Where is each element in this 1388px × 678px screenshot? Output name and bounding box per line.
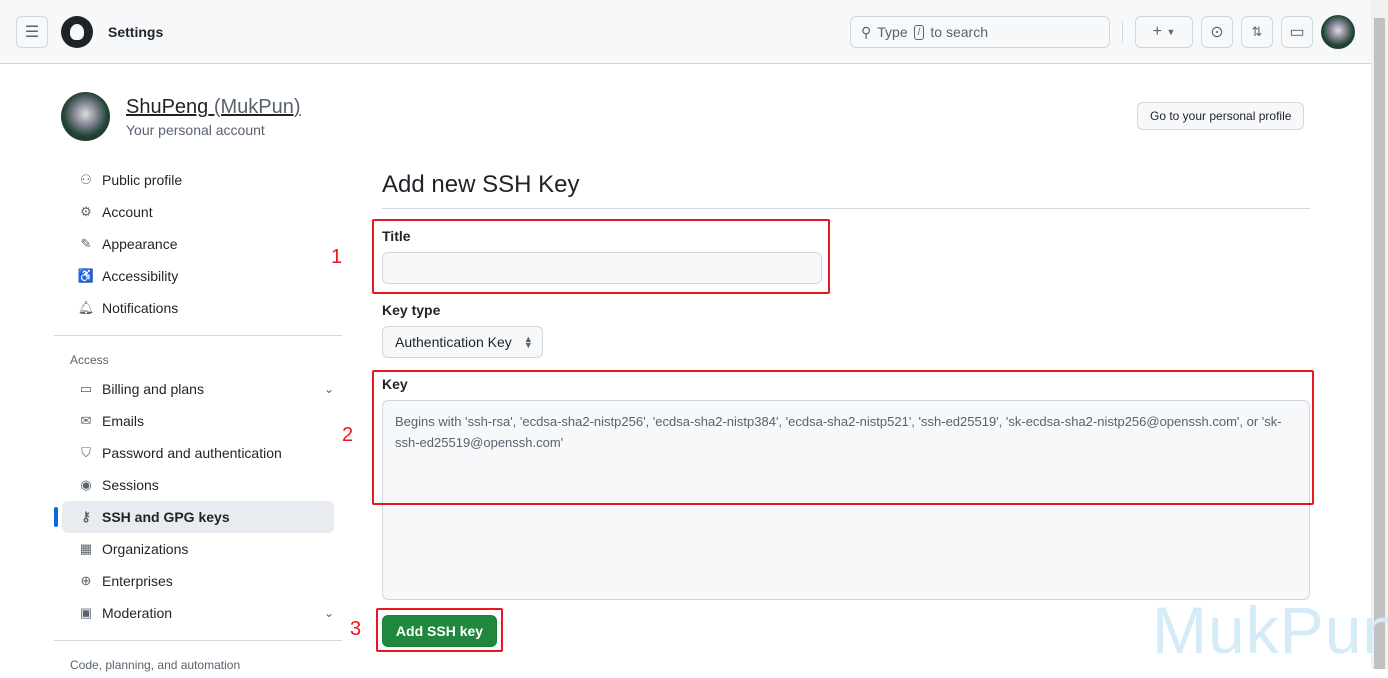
- issue-icon: ⊙: [1210, 24, 1224, 41]
- sidebar-item-label: Emails: [102, 413, 145, 429]
- create-new-button[interactable]: + ▼: [1135, 16, 1193, 48]
- sidebar-item-label: Moderation: [102, 605, 173, 621]
- chevron-down-icon[interactable]: ⌄: [324, 606, 334, 620]
- key-type-value: Authentication Key: [395, 334, 512, 350]
- accessibility-icon: ♿: [77, 268, 95, 283]
- user-avatar[interactable]: [1321, 15, 1355, 49]
- sidebar-item-sessions[interactable]: ◉ Sessions: [62, 469, 342, 501]
- key-type-label: Key type: [382, 302, 441, 318]
- profile-subtitle: Your personal account: [126, 122, 265, 138]
- hamburger-icon: ☰: [24, 24, 40, 41]
- top-header: ☰ Settings ⚲ Type / to search + ▼ ⊙ ⇅ ▭: [0, 0, 1371, 64]
- sidebar-item-label: Appearance: [102, 236, 178, 252]
- sidebar-item-public-profile[interactable]: ⚇ Public profile: [62, 164, 342, 196]
- search-icon: ⚲: [861, 23, 872, 40]
- search-shortcut: /: [913, 24, 925, 40]
- sidebar-item-organizations[interactable]: ▦ Organizations: [62, 533, 342, 565]
- divider: [54, 640, 342, 641]
- divider: [382, 208, 1310, 209]
- sidebar-item-label: Notifications: [102, 300, 179, 316]
- sidebar-item-label: Organizations: [102, 541, 189, 557]
- profile-avatar: [61, 92, 110, 141]
- divider: [1122, 22, 1123, 42]
- go-to-profile-button[interactable]: Go to your personal profile: [1137, 102, 1305, 130]
- sidebar-item-label: Billing and plans: [102, 381, 204, 397]
- sidebar-item-enterprises[interactable]: ⊕ Enterprises: [62, 565, 342, 597]
- github-logo-icon[interactable]: [61, 16, 93, 48]
- sidebar-item-accessibility[interactable]: ♿ Accessibility: [62, 260, 342, 292]
- annotation-box-2: [372, 370, 1314, 505]
- settings-sidebar: ⚇ Public profile ⚙ Account ✎ Appearance ♿ Acces…: [54, 164, 342, 678]
- section-title-access: Access: [70, 353, 109, 367]
- profile-name-link[interactable]: ShuPeng (MukPun): [126, 96, 301, 119]
- sidebar-item-billing-and-plans[interactable]: ▭ Billing and plans ⌄: [62, 373, 342, 405]
- bell-icon: 🔔︎: [77, 300, 95, 315]
- annotation-number-2: 2: [342, 424, 354, 446]
- annotation-box-3: [376, 608, 503, 652]
- pull-request-icon: ⇅: [1251, 24, 1263, 39]
- shield-icon: ⛉: [81, 445, 91, 460]
- menu-button[interactable]: ☰: [16, 16, 48, 48]
- sidebar-item-label: Public profile: [102, 172, 183, 188]
- sidebar-item-label: SSH and GPG keys: [102, 509, 230, 525]
- pull-requests-button[interactable]: ⇅: [1241, 16, 1273, 48]
- scrollbar[interactable]: [1371, 0, 1388, 669]
- sidebar-item-label: Sessions: [102, 477, 159, 493]
- person-icon: ⚇: [80, 172, 92, 187]
- globe-icon: ⊕: [80, 573, 92, 588]
- credit-card-icon: ▭: [79, 381, 93, 396]
- report-icon: ▣: [79, 605, 93, 620]
- section-title-code: Code, planning, and automation: [70, 658, 241, 672]
- select-arrows-icon: ▲ ▼: [523, 334, 533, 350]
- sidebar-item-ssh-and-gpg-keys[interactable]: ⚷ SSH and GPG keys: [54, 501, 334, 533]
- inbox-icon: ▭: [1289, 24, 1305, 41]
- sidebar-item-notifications[interactable]: 🔔︎ Notifications: [62, 292, 342, 324]
- sidebar-item-label: Password and authentication: [102, 445, 282, 461]
- profile-login: (MukPun): [213, 96, 301, 118]
- sidebar-item-account[interactable]: ⚙ Account: [62, 196, 342, 228]
- watermark: MukPun: [1152, 593, 1388, 667]
- search-prefix: Type: [877, 24, 908, 40]
- sidebar-item-label: Enterprises: [102, 573, 173, 589]
- profile-name: ShuPeng: [126, 96, 209, 118]
- plus-icon: +: [1152, 23, 1162, 40]
- divider: [54, 335, 342, 336]
- sidebar-item-label: Accessibility: [102, 268, 179, 284]
- broadcast-icon: ◉: [80, 477, 92, 492]
- sidebar-item-password-and-authentication[interactable]: ⛉ Password and authentication: [62, 437, 342, 469]
- inbox-button[interactable]: ▭: [1281, 16, 1313, 48]
- key-icon: ⚷: [81, 509, 91, 524]
- key-type-select[interactable]: Authentication Key ▲ ▼: [382, 326, 543, 358]
- mail-icon: ✉: [80, 413, 92, 428]
- paintbrush-icon: ✎: [80, 236, 92, 251]
- organization-icon: ▦: [79, 541, 93, 556]
- gear-icon: ⚙: [80, 204, 92, 219]
- caret-down-icon: ▼: [1166, 27, 1176, 37]
- form-heading: Add new SSH Key: [382, 171, 580, 198]
- sidebar-item-appearance[interactable]: ✎ Appearance: [62, 228, 342, 260]
- page-title: Settings: [108, 24, 164, 40]
- scrollbar-thumb[interactable]: [1374, 18, 1385, 669]
- issues-button[interactable]: ⊙: [1201, 16, 1233, 48]
- chevron-down-icon[interactable]: ⌄: [324, 382, 334, 396]
- sidebar-item-moderation[interactable]: ▣ Moderation ⌄: [62, 597, 342, 629]
- sidebar-item-label: Account: [102, 204, 153, 220]
- search-input[interactable]: ⚲ Type / to search: [850, 16, 1110, 48]
- annotation-number-3: 3: [350, 618, 362, 640]
- annotation-box-1: [372, 219, 830, 294]
- sidebar-item-emails[interactable]: ✉ Emails: [62, 405, 342, 437]
- search-suffix: to search: [930, 24, 988, 40]
- annotation-number-1: 1: [331, 246, 343, 268]
